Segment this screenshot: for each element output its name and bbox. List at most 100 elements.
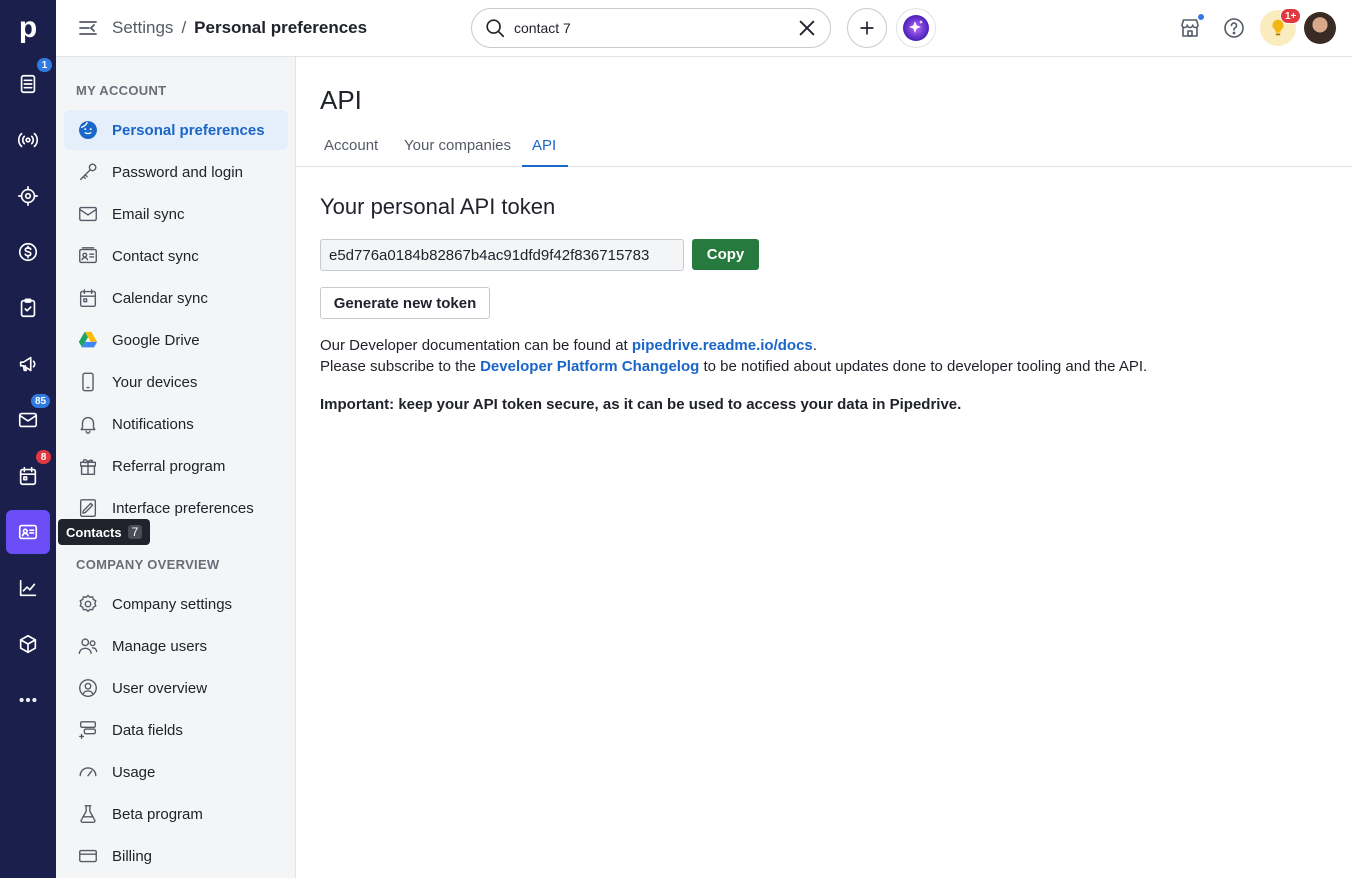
search-bar[interactable] (471, 8, 831, 48)
insights-chart-icon[interactable] (0, 566, 56, 610)
interface-icon (76, 496, 100, 520)
mail-badge: 85 (30, 393, 52, 409)
api-token-field[interactable] (320, 239, 684, 271)
ai-sparkle-icon (903, 15, 929, 41)
sidebar-item-label: Calendar sync (112, 289, 208, 307)
main-content: API Account Your companies API Your pers… (296, 57, 1352, 878)
sidebar-item-password-and-login[interactable]: Password and login (64, 152, 288, 192)
campaigns-broadcast-icon[interactable] (0, 118, 56, 162)
breadcrumb-separator: / (181, 18, 187, 37)
sidebar-item-manage-users[interactable]: Manage users (64, 626, 288, 666)
copy-button[interactable]: Copy (692, 239, 759, 270)
changelog-text: Please subscribe to the (320, 358, 481, 375)
flask-icon (76, 802, 100, 826)
google-drive-icon (76, 328, 100, 352)
sidebar-item-label: Beta program (112, 805, 203, 823)
my-account-title: MY ACCOUNT (76, 83, 167, 98)
help-icon[interactable] (1220, 14, 1248, 42)
sidebar-item-label: Manage users (112, 637, 208, 655)
sidebar-item-billing[interactable]: Billing (64, 836, 288, 876)
breadcrumb: Settings / Personal preferences (112, 18, 367, 38)
sidebar-item-label: Your devices (112, 373, 198, 391)
face-icon (76, 118, 100, 142)
changelog-paragraph: Please subscribe to the Developer Platfo… (320, 358, 1147, 375)
sidebar-item-label: Referral program (112, 457, 226, 475)
users-icon (76, 634, 100, 658)
clear-search-icon[interactable] (796, 17, 818, 39)
sidebar-item-data-fields[interactable]: Data fields (64, 710, 288, 750)
sidebar-item-referral-program[interactable]: Referral program (64, 446, 288, 486)
sidebar-item-user-overview[interactable]: User overview (64, 668, 288, 708)
pipedrive-logo[interactable]: p (0, 6, 56, 50)
breadcrumb-settings[interactable]: Settings (112, 18, 173, 38)
tab-your-companies[interactable]: Your companies (400, 137, 515, 167)
sidebar-item-your-devices[interactable]: Your devices (64, 362, 288, 402)
api-token-heading: Your personal API token (320, 194, 556, 219)
marketplace-icon[interactable] (1176, 14, 1204, 42)
changelog-link[interactable]: Developer Platform Changelog (480, 358, 699, 375)
contacts-tooltip: Contacts 7 (58, 519, 151, 545)
gauge-icon (76, 760, 100, 784)
generate-token-button[interactable]: Generate new token (320, 287, 490, 319)
search-icon (486, 19, 505, 38)
gear-icon (76, 592, 100, 616)
ai-assistant-button[interactable] (896, 8, 936, 48)
more-icon[interactable] (0, 678, 56, 722)
docs-paragraph: Our Developer documentation can be found… (320, 337, 817, 354)
sidebar-item-usage[interactable]: Usage (64, 752, 288, 792)
bell-icon (76, 412, 100, 436)
docs-link[interactable]: pipedrive.readme.io/docs (632, 337, 813, 354)
tab-bar: Account Your companies API (296, 129, 1352, 167)
sidebar-item-label: Google Drive (112, 331, 200, 349)
sidebar-item-label: Billing (112, 847, 153, 865)
sidebar-item-google-drive[interactable]: Google Drive (64, 320, 288, 360)
page-title: API (320, 85, 362, 115)
search-input[interactable] (514, 20, 796, 36)
add-button[interactable] (847, 8, 887, 48)
sidebar-item-beta-program[interactable]: Beta program (64, 794, 288, 834)
key-icon (76, 160, 100, 184)
sidebar-item-label: User overview (112, 679, 208, 697)
sidebar-item-personal-preferences[interactable]: Personal preferences (64, 110, 288, 150)
marketplace-dot (1198, 14, 1204, 20)
calendar-icon (76, 286, 100, 310)
plus-icon (860, 21, 874, 35)
user-avatar[interactable] (1304, 12, 1336, 44)
tab-api[interactable]: API (522, 137, 568, 167)
activities-clipboard-icon[interactable] (0, 286, 56, 330)
docs-text: Our Developer documentation can be found… (320, 337, 632, 354)
sidebar-item-label: Personal preferences (112, 121, 265, 139)
company-overview-title: COMPANY OVERVIEW (76, 557, 220, 572)
sidebar-item-label: Notifications (112, 415, 194, 433)
sidebar-item-company-settings[interactable]: Company settings (64, 584, 288, 624)
data-fields-icon (76, 718, 100, 742)
contacts-card-icon[interactable] (6, 510, 50, 554)
sidebar-item-notifications[interactable]: Notifications (64, 404, 288, 444)
top-bar: Settings / Personal preferences 1+ (56, 0, 1352, 57)
credit-card-icon (76, 844, 100, 868)
breadcrumb-current: Personal preferences (194, 18, 368, 37)
sidebar-item-email-sync[interactable]: Email sync (64, 194, 288, 234)
envelope-icon (76, 202, 100, 226)
megaphone-icon[interactable] (0, 342, 56, 386)
sidebar-item-label: Password and login (112, 163, 243, 181)
target-icon[interactable] (0, 174, 56, 218)
sidebar-item-label: Email sync (112, 205, 185, 223)
phone-icon (76, 370, 100, 394)
menu-collapse-icon[interactable] (76, 16, 100, 40)
sidebar-item-label: Data fields (112, 721, 183, 739)
app-rail: p 1 85 8 (0, 0, 56, 878)
settings-sidebar: MY ACCOUNT Personal preferences Password… (56, 57, 296, 878)
gift-icon (76, 454, 100, 478)
user-circle-icon (76, 676, 100, 700)
sidebar-item-label: Interface preferences (112, 499, 254, 517)
tab-account[interactable]: Account (320, 137, 382, 167)
changelog-text-end: to be notified about updates done to dev… (699, 358, 1148, 375)
security-warning: Important: keep your API token secure, a… (320, 396, 962, 413)
sidebar-item-contact-sync[interactable]: Contact sync (64, 236, 288, 276)
contact-card-icon (76, 244, 100, 268)
deals-dollar-icon[interactable] (0, 230, 56, 274)
products-box-icon[interactable] (0, 622, 56, 666)
sidebar-item-calendar-sync[interactable]: Calendar sync (64, 278, 288, 318)
tooltip-label: Contacts (66, 524, 122, 540)
